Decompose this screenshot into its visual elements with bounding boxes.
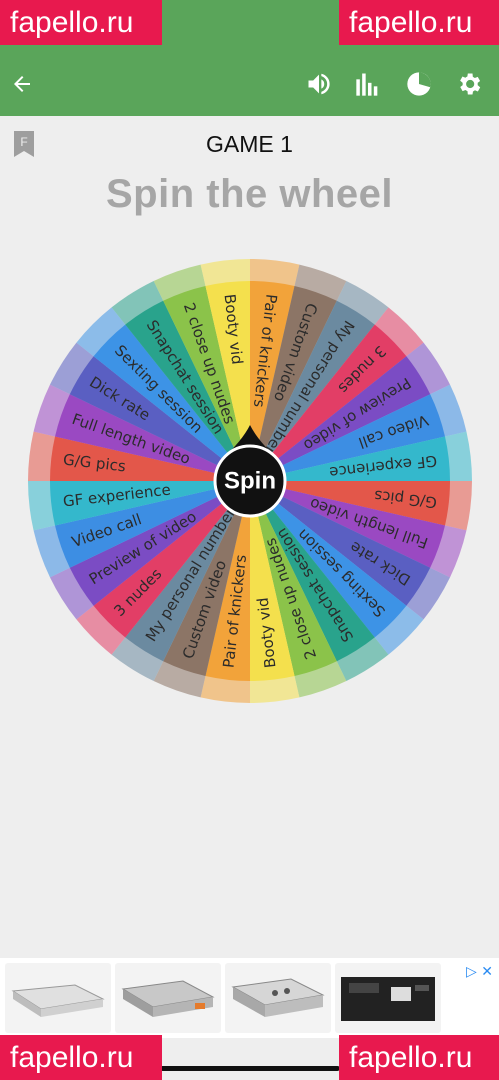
spin-heading: Spin the wheel <box>105 172 394 216</box>
bar-chart-icon[interactable] <box>352 68 384 100</box>
ad-product-image[interactable] <box>335 963 441 1033</box>
ad-product-image[interactable] <box>5 963 111 1033</box>
watermark: fapello.ru <box>0 0 162 45</box>
ad-product-image[interactable] <box>225 963 331 1033</box>
ad-banner[interactable]: ▷ ✕ <box>0 958 499 1038</box>
pie-chart-icon[interactable] <box>403 68 435 100</box>
back-arrow-icon[interactable] <box>6 68 38 100</box>
watermark: fapello.ru <box>0 1035 162 1080</box>
speaker-icon[interactable] <box>303 68 335 100</box>
watermark: fapello.ru <box>339 1035 499 1080</box>
gear-icon[interactable] <box>453 68 485 100</box>
ad-product-image[interactable] <box>115 963 221 1033</box>
spin-button-label[interactable]: Spin <box>224 467 276 494</box>
ad-close-icon[interactable]: ▷ ✕ <box>466 964 493 980</box>
watermark: fapello.ru <box>339 0 499 45</box>
toolbar <box>0 52 499 116</box>
home-indicator <box>160 1066 340 1071</box>
prize-wheel[interactable]: Pair of knickersCustom videoMy personal … <box>25 256 475 706</box>
game-title: GAME 1 <box>206 131 293 157</box>
